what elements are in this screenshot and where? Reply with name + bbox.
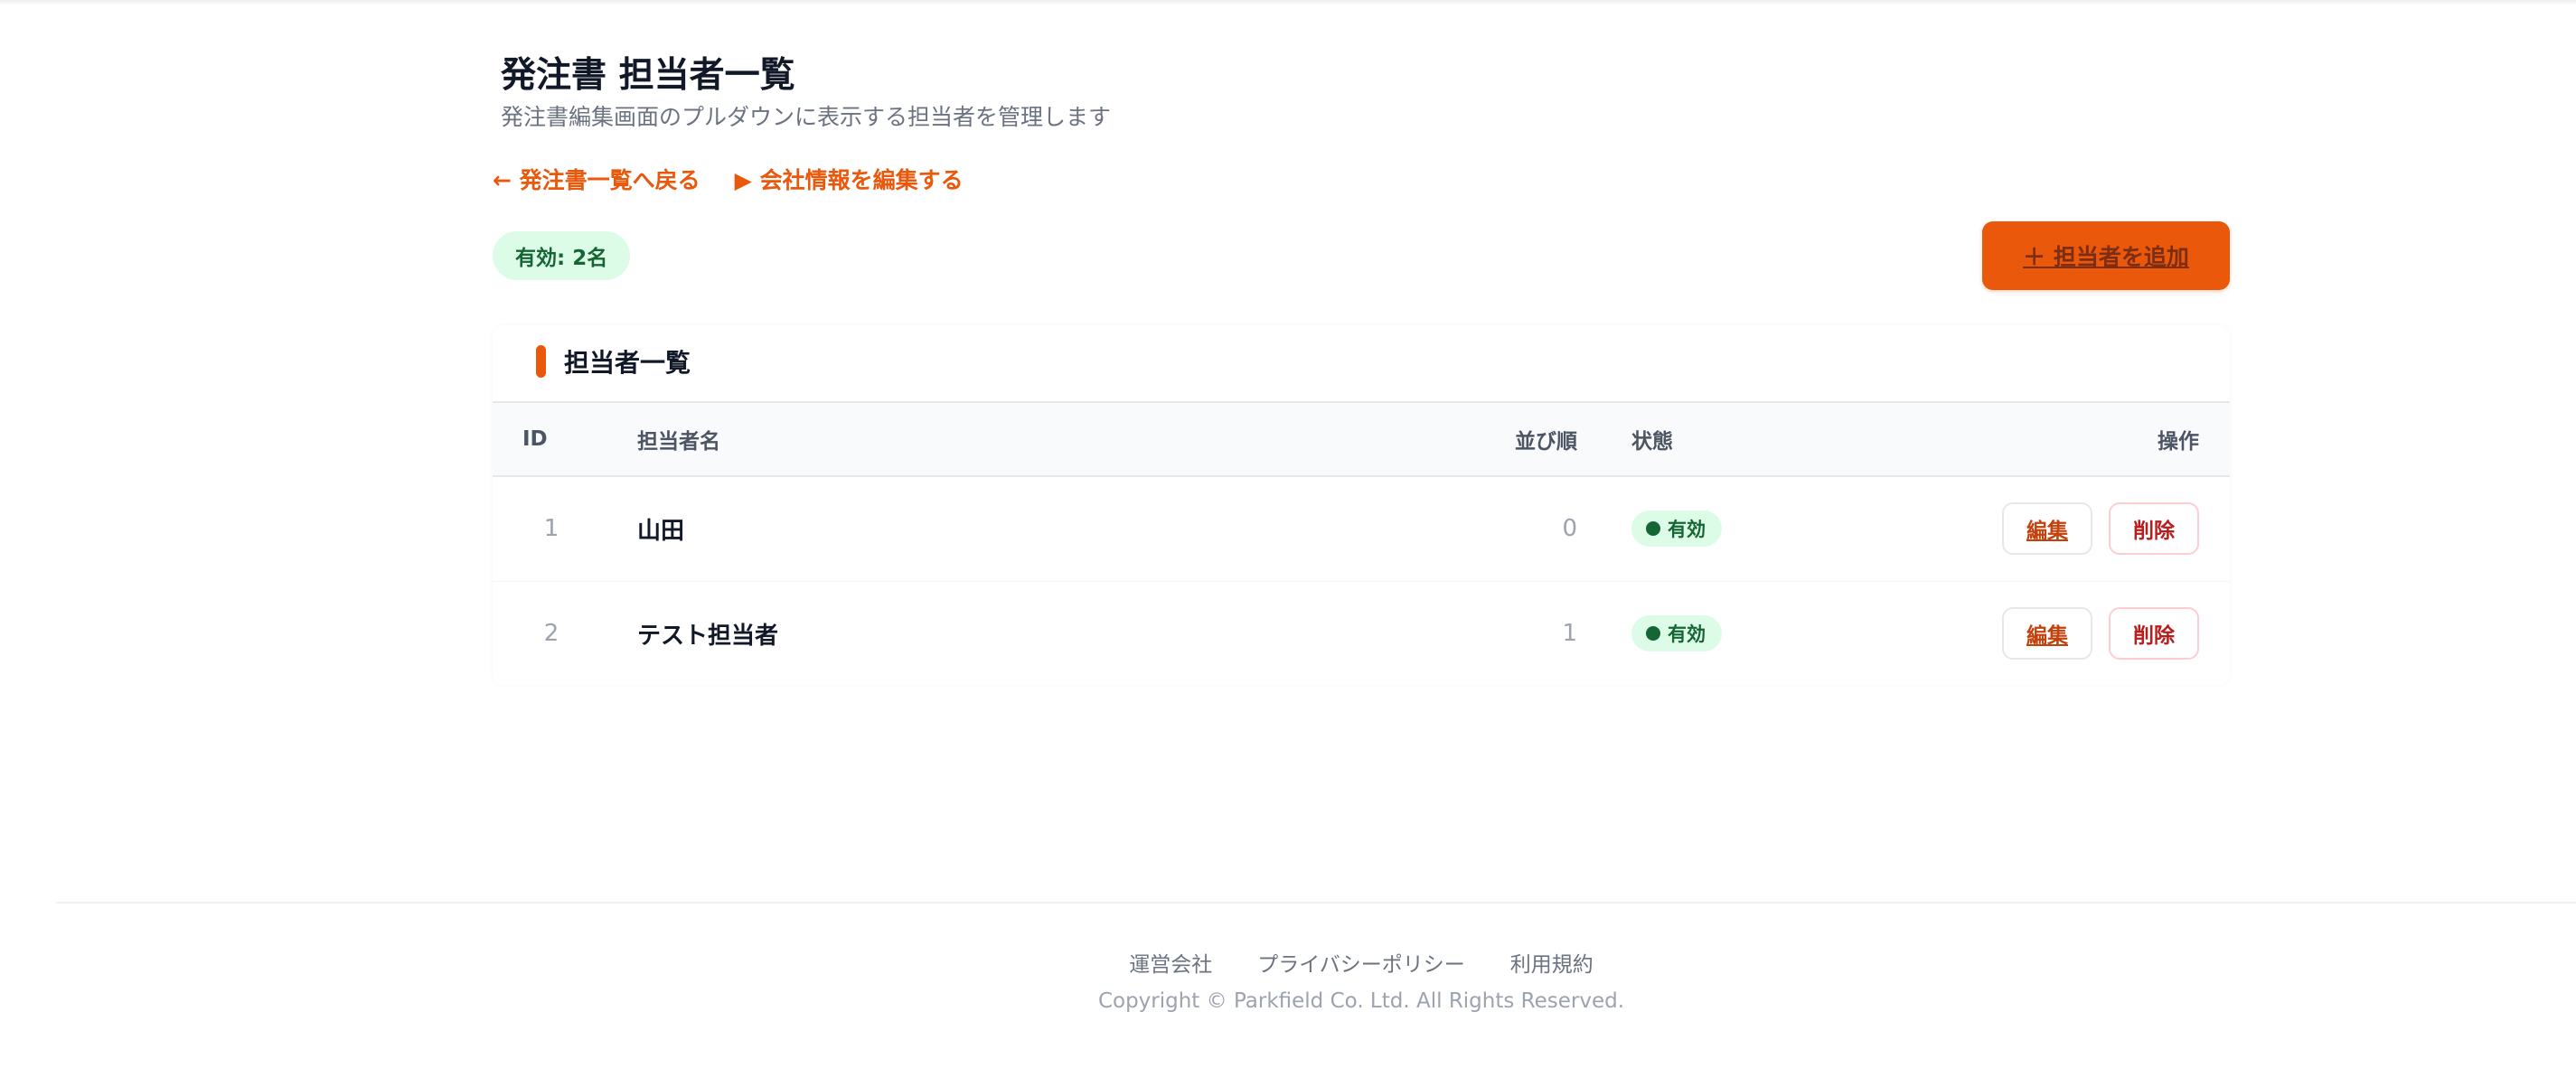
add-staff-button[interactable]: ＋ 担当者を追加 <box>1982 221 2230 290</box>
active-count-badge: 有効: 2名 <box>493 231 631 280</box>
footer-links: 運営会社 プライバシーポリシー 利用規約 <box>0 947 2576 978</box>
status-badge: 有効 <box>1631 615 1722 652</box>
row-actions: 編集 削除 <box>1839 581 2230 686</box>
nav-links: ← 発注書一覧へ戻る ▶ 会社情報を編集する <box>493 163 964 195</box>
column-header-id: ID <box>493 401 637 477</box>
row-name: テスト担当者 <box>637 622 779 650</box>
accent-bar <box>536 345 546 378</box>
row-action-group: 編集 削除 <box>1839 607 2199 660</box>
staff-table: ID 担当者名 並び順 状態 操作 1 山田 0 有効 編集 削除 2 テスト担… <box>493 401 2230 686</box>
copyright: Copyright © Parkfield Co. Ltd. All Right… <box>1097 989 1625 1013</box>
table-row: 2 テスト担当者 1 有効 編集 削除 <box>493 581 2230 686</box>
row-status-cell: 有効 <box>1586 476 1839 582</box>
row-id: 2 <box>543 620 559 648</box>
status-label: 有効 <box>1668 623 1706 646</box>
footer-divider <box>56 902 2576 904</box>
page-title: 発注書 担当者一覧 <box>501 55 795 96</box>
footer-link-terms[interactable]: 利用規約 <box>1510 947 1594 978</box>
row-id: 1 <box>493 476 637 582</box>
footer-link-privacy[interactable]: プライバシーポリシー <box>1257 947 1465 978</box>
edit-button[interactable]: 編集 <box>2002 607 2092 660</box>
status-dot-icon <box>1646 626 1660 642</box>
top-shadow <box>0 0 2576 5</box>
status-badge: 有効 <box>1631 511 1722 548</box>
card-header: 担当者一覧 <box>536 343 691 379</box>
delete-button[interactable]: 削除 <box>2109 607 2199 660</box>
row-name: 山田 <box>637 476 1406 582</box>
column-header-actions: 操作 <box>1839 401 2230 477</box>
status-dot-icon <box>1646 521 1660 537</box>
page-subtitle: 発注書編集画面のプルダウンに表示する担当者を管理します <box>501 104 1112 130</box>
delete-button[interactable]: 削除 <box>2109 502 2199 556</box>
edit-company-link[interactable]: ▶ 会社情報を編集する <box>735 163 964 195</box>
column-header-name: 担当者名 <box>637 401 1406 477</box>
edit-button[interactable]: 編集 <box>2002 502 2092 556</box>
row-order: 1 <box>1562 620 1577 648</box>
row-order: 0 <box>1406 476 1586 582</box>
card-title: 担当者一覧 <box>564 348 691 378</box>
row-status-cell: 有効 <box>1586 581 1839 686</box>
status-label: 有効 <box>1668 519 1706 541</box>
table-header-row: ID 担当者名 並び順 状態 操作 <box>493 401 2230 477</box>
back-to-orders-link[interactable]: ← 発注書一覧へ戻る <box>493 163 700 195</box>
table-row: 1 山田 0 有効 編集 削除 <box>493 476 2230 582</box>
row-actions: 編集 削除 <box>1839 476 2230 582</box>
column-header-status: 状態 <box>1586 401 1839 477</box>
row-action-group: 編集 削除 <box>1839 502 2199 556</box>
footer-link-company[interactable]: 運営会社 <box>1129 947 1212 978</box>
column-header-order: 並び順 <box>1406 401 1586 477</box>
staff-list-card: 担当者一覧 ID 担当者名 並び順 状態 操作 1 山田 0 有効 編集 削除 … <box>493 325 2230 685</box>
